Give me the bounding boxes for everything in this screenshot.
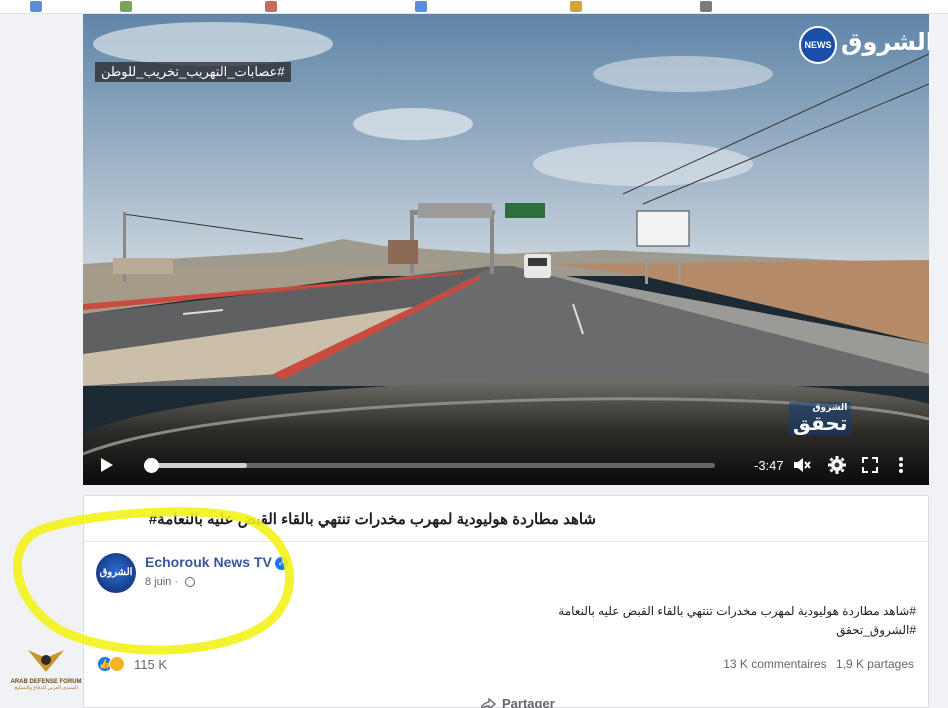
fullscreen-icon[interactable]: [860, 455, 880, 475]
video-player[interactable]: #عصابات_التهريب_تخريب_للوطن NEWS الشروق …: [83, 14, 929, 485]
channel-logo-word: الشروق: [841, 28, 929, 56]
watermark-line-2: المنتدى العربي للدفاع والتسليح: [14, 685, 78, 691]
bookmark-icon[interactable]: [265, 1, 277, 12]
bookmark-icon[interactable]: [700, 1, 712, 12]
post-body: #شاهد مطاردة هوليودية لمهرب مخدرات تنتهي…: [558, 602, 916, 640]
scrubber-knob[interactable]: [144, 458, 159, 473]
volume-muted-icon[interactable]: [792, 455, 812, 475]
video-scrubber[interactable]: [144, 458, 715, 473]
reaction-count[interactable]: 115 K: [134, 657, 167, 672]
date-separator: ·: [174, 576, 179, 588]
post-title[interactable]: شاهد مطاردة هوليودية لمهرب مخدرات تنتهي …: [96, 510, 596, 528]
verified-badge-icon: ✓: [275, 557, 288, 570]
comments-count-link[interactable]: 13 K commentaires: [723, 657, 826, 671]
divider: [84, 541, 930, 542]
share-button[interactable]: Partager: [480, 696, 555, 708]
time-remaining: -3:47: [754, 458, 784, 473]
bookmark-icon[interactable]: [570, 1, 582, 12]
share-arrow-icon: [480, 697, 497, 708]
settings-gear-icon[interactable]: [827, 455, 847, 475]
buffer-bar: [151, 463, 247, 468]
share-label: Partager: [502, 696, 555, 708]
channel-logo-badge: NEWS: [799, 26, 837, 64]
post-body-hashtag[interactable]: #الشروق_تحقق: [558, 621, 916, 640]
program-bug-text: تحقق: [793, 411, 848, 435]
engagement-stats: 13 K commentaires 1,9 K partages: [717, 657, 914, 671]
post-date-text[interactable]: 8 juin: [145, 576, 171, 588]
forum-watermark: ARAB DEFENSE FORUM المنتدى العربي للدفاع…: [6, 644, 86, 691]
hashtag-overlay: #عصابات_التهريب_تخريب_للوطن: [95, 62, 291, 82]
page-avatar[interactable]: الشروق: [96, 553, 136, 593]
haha-reaction-icon: [109, 656, 125, 672]
post-date[interactable]: 8 juin ·: [145, 576, 178, 588]
bookmark-icon[interactable]: [120, 1, 132, 12]
play-icon[interactable]: [99, 457, 115, 473]
eagle-logo-icon: [28, 650, 64, 672]
post-body-line: #شاهد مطاردة هوليودية لمهرب مخدرات تنتهي…: [558, 604, 916, 618]
page-name-link[interactable]: Echorouk News TV: [145, 554, 272, 570]
bookmark-icon[interactable]: [30, 1, 42, 12]
bookmarks-bar: [0, 0, 948, 14]
post-card: شاهد مطاردة هوليودية لمهرب مخدرات تنتهي …: [83, 495, 930, 708]
public-globe-icon: [185, 577, 195, 587]
bookmark-icon[interactable]: [415, 1, 427, 12]
program-bug: الشروق تحقق: [789, 402, 852, 435]
shares-count-link[interactable]: 1,9 K partages: [836, 657, 914, 671]
more-options-icon[interactable]: [891, 455, 911, 475]
video-controls: -3:47: [83, 445, 929, 485]
